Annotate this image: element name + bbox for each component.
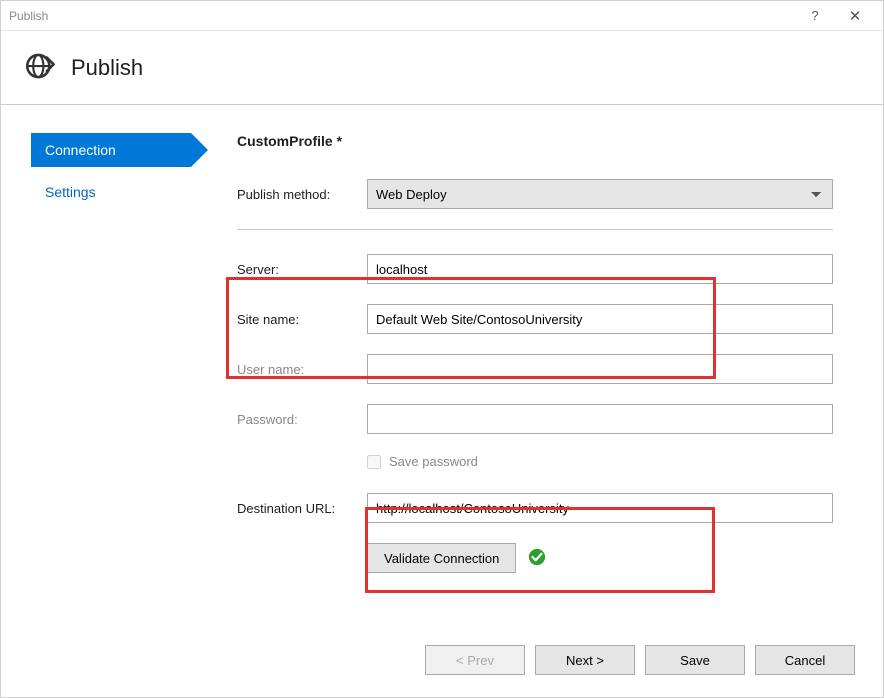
titlebar: Publish ? ✕ (1, 1, 883, 31)
user-name-input[interactable] (367, 354, 833, 384)
site-name-input[interactable] (367, 304, 833, 334)
nav-item-connection[interactable]: Connection (31, 133, 191, 167)
footer-buttons: < Prev Next > Save Cancel (425, 645, 855, 675)
cancel-button[interactable]: Cancel (755, 645, 855, 675)
password-label: Password: (237, 412, 367, 427)
success-check-icon (528, 548, 546, 569)
close-icon[interactable]: ✕ (835, 7, 875, 25)
help-icon[interactable]: ? (795, 8, 835, 23)
nav-item-settings[interactable]: Settings (31, 175, 201, 209)
profile-title: CustomProfile * (237, 133, 833, 149)
server-label: Server: (237, 262, 367, 277)
publish-method-label: Publish method: (237, 187, 367, 202)
save-password-checkbox[interactable] (367, 455, 381, 469)
main-panel: CustomProfile * Publish method: Web Depl… (201, 133, 883, 591)
user-name-label: User name: (237, 362, 367, 377)
divider (237, 229, 833, 230)
header: Publish (1, 31, 883, 105)
server-input[interactable] (367, 254, 833, 284)
validate-connection-button[interactable]: Validate Connection (367, 543, 516, 573)
next-button[interactable]: Next > (535, 645, 635, 675)
destination-url-input[interactable] (367, 493, 833, 523)
sidebar: Connection Settings (1, 133, 201, 591)
nav-item-label: Connection (45, 142, 116, 158)
prev-button[interactable]: < Prev (425, 645, 525, 675)
nav-item-label: Settings (45, 184, 96, 200)
password-input[interactable] (367, 404, 833, 434)
page-title: Publish (71, 55, 143, 81)
site-name-label: Site name: (237, 312, 367, 327)
destination-url-label: Destination URL: (237, 501, 367, 516)
save-button[interactable]: Save (645, 645, 745, 675)
globe-icon (23, 49, 57, 86)
publish-method-select[interactable]: Web Deploy (367, 179, 833, 209)
save-password-label: Save password (389, 454, 478, 469)
window-title: Publish (9, 9, 795, 23)
